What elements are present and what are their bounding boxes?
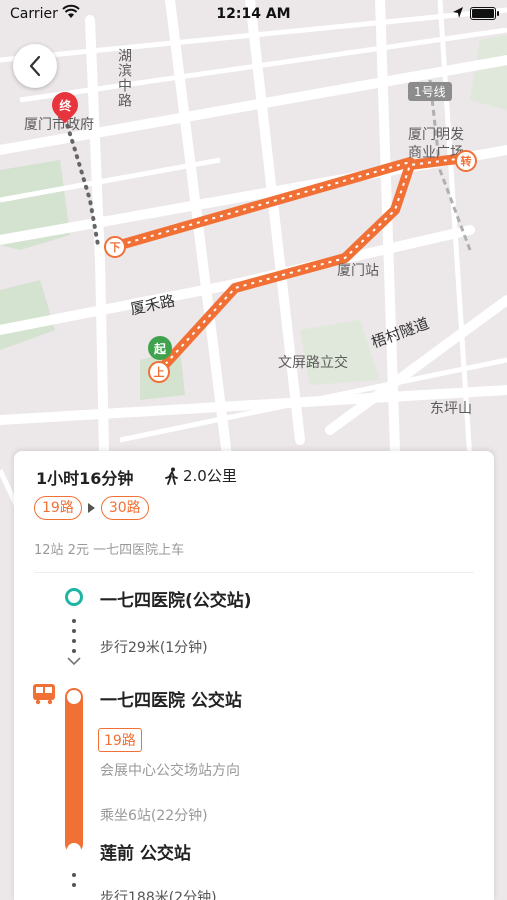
route-detail-panel[interactable]: 1小时16分钟 2.0公里 19路 30路 12站 2元 一七四医院上车 一七四…: [14, 451, 494, 900]
walk-dots: [72, 619, 76, 659]
walk-step-2: 步行188米(2分钟): [100, 890, 217, 900]
map-label-huli-road: 湖滨中路: [116, 48, 132, 108]
route-tags: 19路 30路: [34, 496, 149, 520]
start-marker[interactable]: 起: [148, 336, 172, 360]
origin-circle-icon: [65, 588, 83, 606]
board-stop-marker[interactable]: 上: [148, 361, 170, 383]
bus-route-line: [65, 688, 83, 853]
battery-icon: [470, 7, 499, 20]
back-button[interactable]: [13, 44, 57, 88]
board-stop-circle-icon: [67, 690, 81, 704]
map-label-metro-line: 1号线: [408, 82, 452, 101]
map-label-wenping-overpass: 文屏路立交: [278, 355, 348, 371]
alight-stop-marker[interactable]: 下: [104, 236, 126, 258]
origin-stop[interactable]: 一七四医院(公交站): [100, 586, 252, 611]
walk-summary: 2.0公里: [164, 465, 237, 486]
transfer-stop-marker[interactable]: 转: [455, 150, 477, 172]
map-label-dongping-mountain: 东坪山: [430, 401, 472, 417]
ride-info[interactable]: 乘坐6站(22分钟): [100, 805, 208, 825]
map-label-xiamen-station: 厦门站: [337, 263, 379, 279]
route-tag-second[interactable]: 30路: [100, 496, 149, 520]
chevron-down-icon[interactable]: [66, 656, 82, 666]
chevron-left-icon: [29, 55, 41, 77]
line-tag[interactable]: 19路: [98, 728, 142, 752]
status-bar: Carrier 12:14 AM: [0, 0, 507, 28]
trip-meta: 12站 2元 一七四医院上车: [34, 543, 185, 558]
alight-stop-circle-icon: [67, 843, 81, 857]
walk-dots-2: [72, 873, 76, 893]
board-stop[interactable]: 一七四医院 公交站: [100, 686, 242, 711]
route-tag-first[interactable]: 19路: [34, 496, 82, 520]
location-arrow-icon: [453, 7, 463, 18]
divider: [34, 572, 474, 573]
walk-distance: 2.0公里: [183, 467, 237, 485]
walk-step-1: 步行29米(1分钟): [100, 640, 208, 656]
line-direction: 会展中心公交场站方向: [100, 763, 240, 779]
walking-person-icon: [165, 467, 178, 485]
alight-stop[interactable]: 莲前 公交站: [100, 839, 191, 864]
triangle-right-icon: [87, 503, 95, 513]
trip-duration: 1小时16分钟: [36, 469, 134, 488]
bus-icon: [33, 684, 55, 705]
clock: 12:14 AM: [216, 6, 291, 22]
